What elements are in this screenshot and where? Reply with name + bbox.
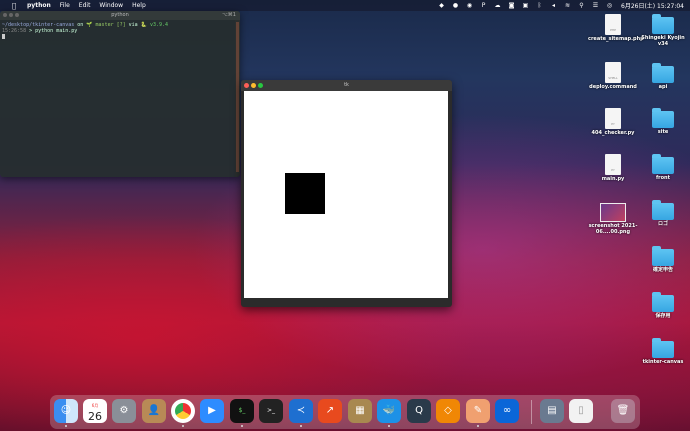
desktop-icon-shingeki[interactable]: Shingeki Kyojin v34	[638, 14, 688, 47]
terminal-title: python	[111, 12, 129, 18]
document-icon: PY	[605, 108, 621, 129]
desktop-icon-site[interactable]: site	[638, 108, 688, 135]
folder-icon	[652, 338, 674, 358]
desktop-icon-api[interactable]: api	[638, 63, 688, 90]
zoom-icon[interactable]	[258, 83, 263, 88]
control-center-icon[interactable]: ☰	[592, 2, 599, 9]
dock: ☺ 6月 26 ⚙ 👤 ▶ $_ >_ ≺ ↗ ▦ 🐳 Q ◇ ✎ ∞ ▤ ▯ …	[50, 395, 640, 429]
display-icon[interactable]: ▣	[522, 2, 529, 9]
iterm-icon[interactable]: $_	[230, 399, 254, 427]
calendar-icon[interactable]: 6月 26	[83, 399, 107, 423]
document-icon: PY	[605, 154, 621, 175]
menu-edit[interactable]: Edit	[79, 2, 91, 9]
canvas-rectangle	[285, 173, 325, 214]
terminal-icon[interactable]: >_	[259, 399, 283, 423]
image-thumbnail-icon	[600, 203, 626, 222]
desktop-icon-main-py[interactable]: PY main.py	[588, 154, 638, 182]
terminal-title-bar[interactable]: python ⌥⌘1	[0, 11, 240, 20]
menu-bar:  python File Edit Window Help ◆ ● ◉ P ☁…	[0, 0, 690, 11]
finder-icon[interactable]: ☺	[54, 399, 78, 427]
dock-separator	[531, 400, 532, 424]
desktop-icon-create-sitemap[interactable]: PHP create_sitemap.php	[588, 14, 644, 42]
evernote-icon[interactable]: ●	[452, 2, 459, 9]
vscode-icon[interactable]: ≺	[289, 399, 313, 427]
document-icon: PHP	[605, 14, 621, 35]
folder-icon	[652, 246, 674, 266]
menu-window[interactable]: Window	[99, 2, 123, 9]
bluetooth-icon[interactable]: ᛒ	[536, 2, 543, 9]
desktop-icon-kakutei[interactable]: 確定申告	[638, 246, 688, 273]
activity-icon[interactable]: ↗	[318, 399, 342, 423]
tk-canvas[interactable]	[244, 91, 448, 298]
menu-app-name[interactable]: python	[27, 2, 51, 9]
p-icon[interactable]: P	[480, 2, 487, 9]
folder-icon	[652, 14, 674, 34]
minimize-icon[interactable]	[9, 13, 13, 17]
trash-icon[interactable]: 🗑	[611, 399, 635, 423]
dropbox-icon[interactable]: ◆	[438, 2, 445, 9]
drawio-icon[interactable]: ◇	[436, 399, 460, 423]
docker-icon[interactable]: 🐳	[377, 399, 401, 427]
close-icon[interactable]	[3, 13, 7, 17]
folder-icon	[652, 108, 674, 128]
preview-icon[interactable]: ▤	[540, 399, 564, 423]
volume-icon[interactable]: ◂	[550, 2, 557, 9]
menu-file[interactable]: File	[60, 2, 70, 9]
archive-icon[interactable]: ▦	[348, 399, 372, 423]
cloud-icon[interactable]: ☁	[494, 2, 501, 9]
document-icon: SHELL	[605, 62, 621, 83]
chrome-icon[interactable]	[171, 399, 195, 427]
menu-help[interactable]: Help	[132, 2, 146, 9]
terminal-scrollbar[interactable]	[235, 20, 240, 177]
desktop-icon-logo[interactable]: ロゴ	[638, 200, 688, 227]
tk-title-bar[interactable]: tk	[241, 80, 452, 91]
menu-clock[interactable]: 6月26日(土) 15:27:04	[621, 1, 684, 10]
document-icon[interactable]: ▯	[569, 399, 593, 423]
siri-icon[interactable]: ◎	[606, 2, 613, 9]
terminal-shortcut: ⌥⌘1	[222, 12, 236, 18]
contacts-icon[interactable]: 👤	[142, 399, 166, 423]
apple-icon[interactable]: 	[10, 2, 18, 10]
desktop-icon-front[interactable]: front	[638, 154, 688, 181]
desktop-icon-404-checker[interactable]: PY 404_checker.py	[588, 108, 638, 136]
record-icon[interactable]: ◙	[508, 2, 515, 9]
tk-window[interactable]: tk	[241, 80, 452, 307]
wifi-icon[interactable]: ≋	[564, 2, 571, 9]
notes-icon[interactable]: ✎	[466, 399, 490, 427]
status-area: ◆ ● ◉ P ☁ ◙ ▣ ᛒ ◂ ≋ ⚲ ☰ ◎ 6月26日(土) 15:27…	[431, 0, 684, 11]
system-preferences-icon[interactable]: ⚙	[112, 399, 136, 423]
sync-icon[interactable]: ◉	[466, 2, 473, 9]
folder-icon	[652, 200, 674, 220]
terminal-cursor	[2, 34, 5, 39]
desktop-icon-deploy[interactable]: SHELL deploy.command	[588, 62, 638, 90]
folder-icon	[652, 154, 674, 174]
quicktime-icon[interactable]: Q	[407, 399, 431, 423]
zoom-icon[interactable]: ▶	[200, 399, 224, 423]
tk-title: tk	[344, 82, 349, 88]
terminal-window[interactable]: python ⌥⌘1 ~/desktop/tkinter-canvas on 🌱…	[0, 11, 240, 177]
infinity-icon[interactable]: ∞	[495, 399, 519, 423]
spotlight-icon[interactable]: ⚲	[578, 2, 585, 9]
desktop-icon-screenshot[interactable]: screenshot 2021-06....00.png	[588, 203, 638, 235]
desktop-icon-tkinter-canvas[interactable]: tkinter-canvas	[638, 338, 688, 365]
close-icon[interactable]	[244, 83, 249, 88]
folder-icon	[652, 63, 674, 83]
terminal-content[interactable]: ~/desktop/tkinter-canvas on 🌱 master [?]…	[0, 20, 240, 42]
desktop-icon-hozon[interactable]: 保存用	[638, 292, 688, 319]
zoom-icon[interactable]	[15, 13, 19, 17]
folder-icon	[652, 292, 674, 312]
minimize-icon[interactable]	[251, 83, 256, 88]
